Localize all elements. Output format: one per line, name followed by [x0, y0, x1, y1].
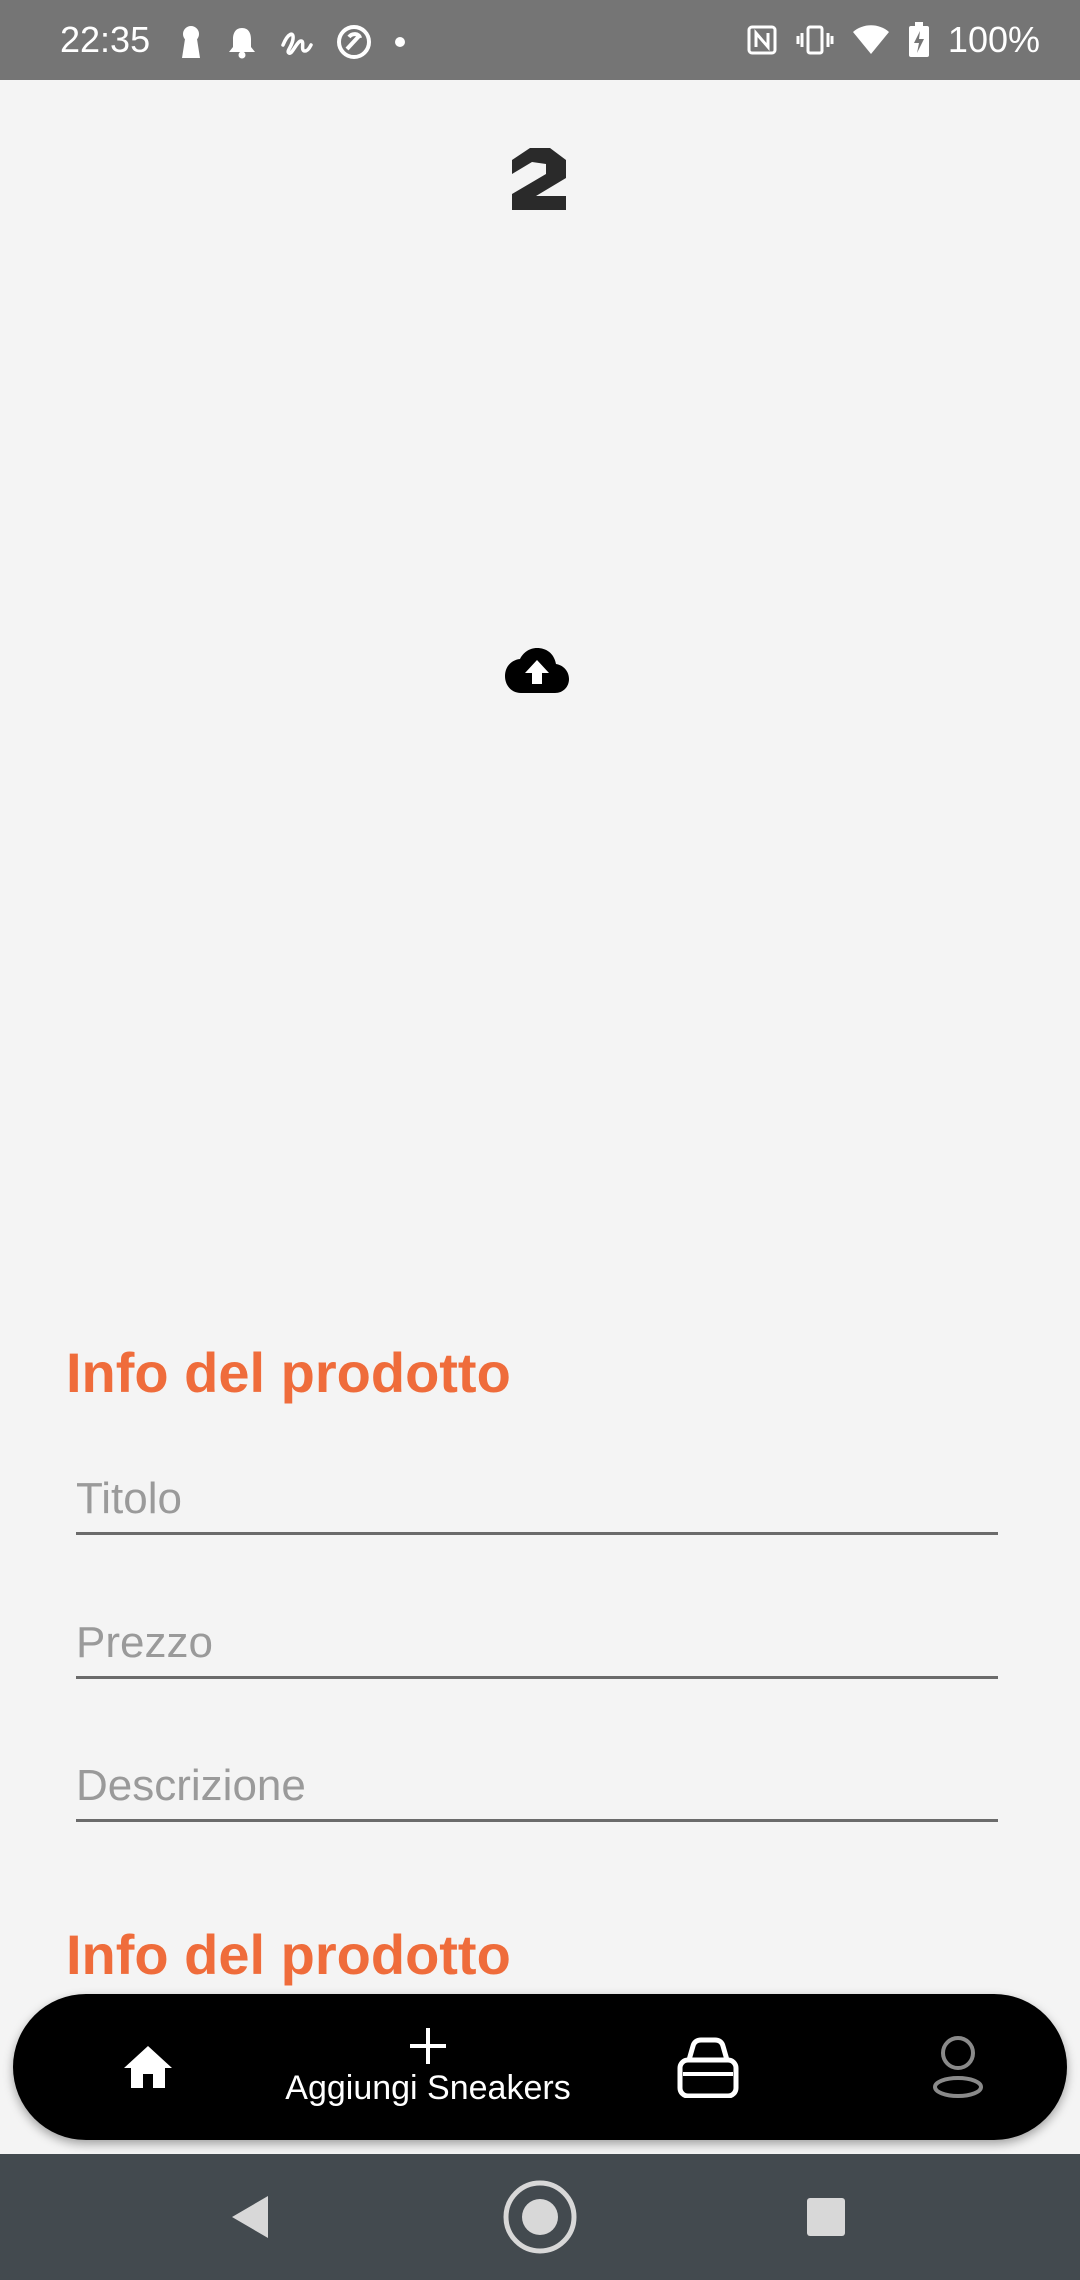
system-navigation-bar — [0, 2154, 1080, 2280]
back-triangle-icon — [232, 2196, 268, 2238]
system-status-icons: 100% — [746, 18, 1040, 62]
system-back-button[interactable] — [210, 2154, 290, 2280]
dot-icon — [395, 37, 405, 47]
system-recents-button[interactable] — [786, 2154, 866, 2280]
bell-icon — [229, 28, 255, 59]
bottom-navigation: Aggiungi Sneakers — [13, 1994, 1067, 2140]
plus-icon — [410, 2028, 446, 2064]
home-icon — [124, 2046, 172, 2088]
nav-profile-button[interactable] — [893, 1994, 1023, 2140]
status-bar: 22:35 100% — [0, 0, 1080, 80]
wifi-icon — [852, 25, 889, 54]
nav-home-button[interactable] — [93, 1994, 203, 2140]
section-title-product-info: Info del prodotto — [66, 1341, 511, 1404]
battery-charging-icon — [908, 22, 929, 57]
price-input[interactable] — [76, 1609, 998, 1679]
home-circle-icon — [503, 2180, 577, 2254]
notification-icons — [178, 20, 406, 64]
signature-icon — [281, 32, 313, 55]
nav-add-sneakers-button[interactable]: Aggiungi Sneakers — [243, 1994, 613, 2140]
battery-percentage: 100% — [947, 19, 1040, 60]
recents-square-icon — [807, 2198, 845, 2236]
system-home-button[interactable] — [500, 2154, 580, 2280]
section-title-product-info-2: Info del prodotto — [66, 1923, 511, 1986]
description-input[interactable] — [76, 1752, 998, 1822]
nav-add-sneakers-label: Aggiungi Sneakers — [285, 2069, 571, 2107]
keyhole-icon — [182, 26, 200, 58]
nfc-icon — [747, 25, 777, 55]
status-time: 22:35 — [60, 19, 151, 60]
cloud-upload-icon[interactable] — [504, 646, 570, 696]
nav-bag-button[interactable] — [643, 1994, 773, 2140]
at-icon — [337, 25, 371, 59]
brand-logo-icon — [512, 148, 566, 210]
shopping-bag-icon — [677, 2037, 739, 2098]
profile-icon — [933, 2036, 983, 2098]
vibrate-icon — [796, 25, 834, 55]
title-input[interactable] — [76, 1465, 998, 1535]
